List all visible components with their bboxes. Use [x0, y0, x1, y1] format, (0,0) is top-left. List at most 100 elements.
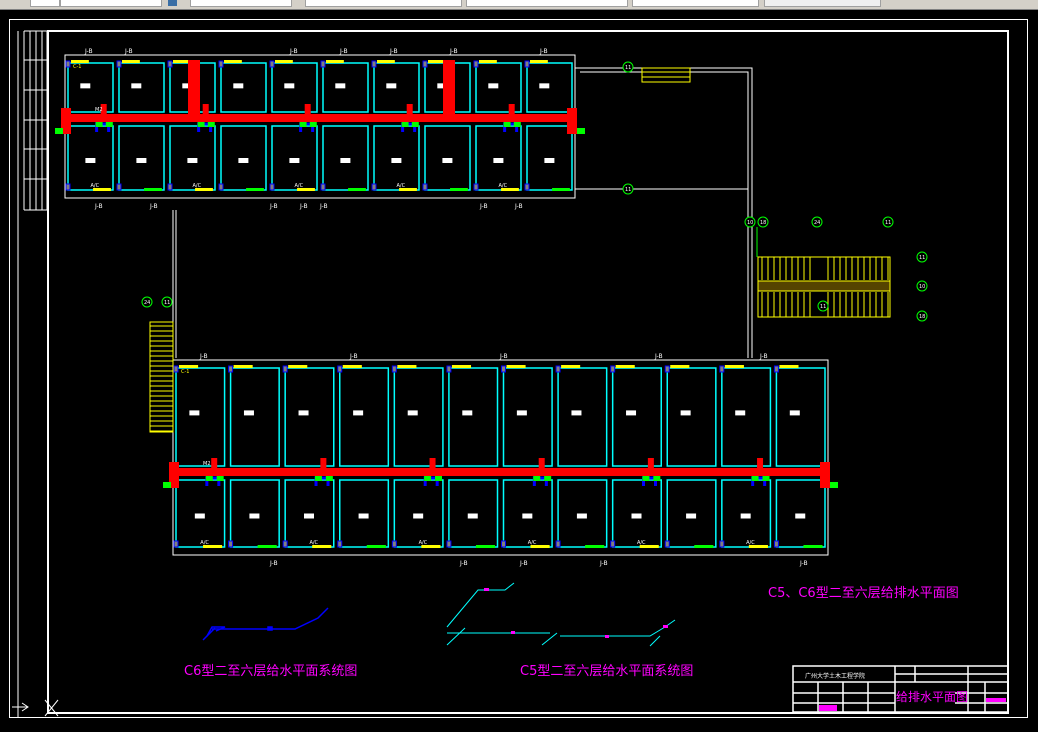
axis-marker-label: 11 — [625, 187, 631, 193]
fixture — [503, 122, 511, 127]
room-label: J-B — [599, 560, 608, 567]
column — [173, 365, 179, 373]
ac-label: A/C — [397, 183, 406, 189]
room-tag — [189, 410, 200, 416]
window — [179, 365, 199, 368]
room-label: J-B — [759, 353, 768, 360]
fixture — [411, 122, 419, 127]
toolbar-dropdown[interactable] — [764, 0, 881, 7]
fixture — [751, 476, 759, 481]
window — [366, 545, 386, 548]
title-block-school: 广州大学土木工程学院 — [805, 672, 865, 680]
room-label: J-B — [149, 203, 158, 210]
room-label: J-B — [459, 560, 468, 567]
fixture — [216, 476, 224, 481]
window — [694, 545, 714, 548]
room-tag — [353, 410, 364, 416]
toolbar-dropdown[interactable] — [466, 0, 628, 7]
column — [391, 540, 397, 548]
fixture — [513, 122, 521, 127]
main-drain-pipe — [171, 468, 830, 476]
window — [670, 365, 690, 368]
column — [371, 183, 377, 191]
room-tag — [335, 83, 346, 89]
fixture — [105, 122, 113, 127]
axis-marker-label: 11 — [885, 220, 891, 226]
column — [320, 60, 326, 68]
title-block-drawing-name: 给排水平面图 — [896, 690, 968, 704]
column — [173, 540, 179, 548]
toolbar-dropdown[interactable] — [305, 0, 462, 7]
room-tag — [413, 513, 424, 519]
window — [144, 188, 162, 191]
column — [524, 183, 530, 191]
room-tag — [194, 513, 205, 519]
room-tag — [571, 410, 582, 416]
room-label: J-B — [449, 48, 458, 55]
column — [282, 365, 288, 373]
room-tag — [298, 410, 309, 416]
ac-label: A/C — [91, 183, 100, 189]
fixture — [197, 122, 205, 127]
room-tag — [539, 83, 550, 89]
room-tag — [386, 83, 397, 89]
column — [371, 60, 377, 68]
toolbar-field[interactable] — [60, 0, 162, 7]
room-tag — [407, 410, 418, 416]
fixture — [299, 122, 307, 127]
window — [224, 60, 242, 63]
column — [337, 540, 343, 548]
window — [275, 60, 293, 63]
c5-system-title: C5型二至六层给水平面系统图 — [520, 664, 693, 679]
room-tag — [680, 410, 691, 416]
room-tag — [576, 513, 587, 519]
column — [773, 365, 779, 373]
axis-marker-label: 18 — [760, 220, 766, 226]
column — [610, 365, 616, 373]
drain-riser — [443, 60, 455, 118]
ac-label: A/C — [419, 540, 428, 546]
window-label: C-1 — [181, 369, 189, 375]
room-tag — [493, 158, 504, 163]
drain-riser — [820, 462, 830, 488]
column — [473, 60, 479, 68]
column — [422, 183, 428, 191]
fixture — [653, 476, 661, 481]
window — [246, 188, 264, 191]
room-tag — [80, 83, 91, 89]
ac-label: A/C — [499, 183, 508, 189]
room-label: J-B — [499, 353, 508, 360]
toolbar-dropdown[interactable] — [632, 0, 759, 7]
window — [506, 365, 526, 368]
room-tag — [233, 83, 244, 89]
cad-drawing-canvas[interactable]: J-B J-B J-B J-B J-B J-B J-B J-B J-B J-B J-B J-B J-B J… — [0, 10, 1038, 732]
room-tag — [187, 158, 198, 163]
column — [719, 540, 725, 548]
room-tag — [516, 410, 527, 416]
room-tag — [391, 158, 402, 163]
axis-marker-label: 11 — [820, 304, 826, 310]
room-tag — [686, 513, 697, 519]
toolbar-field[interactable] — [30, 0, 60, 7]
window — [288, 365, 308, 368]
column — [773, 540, 779, 548]
window — [724, 365, 744, 368]
window — [233, 365, 253, 368]
drain-riser — [188, 60, 200, 118]
room-tag — [544, 158, 555, 163]
room-label: J-B — [199, 353, 208, 360]
window — [552, 188, 570, 191]
room-label: J-B — [84, 48, 93, 55]
column — [167, 60, 173, 68]
room-tag — [85, 158, 96, 163]
toolbar-field[interactable] — [190, 0, 292, 7]
column — [228, 540, 234, 548]
save-icon[interactable] — [168, 0, 177, 6]
fixture — [533, 476, 541, 481]
window — [779, 365, 799, 368]
room-tag — [467, 513, 478, 519]
column — [337, 365, 343, 373]
room-label: J-B — [349, 353, 358, 360]
column — [664, 540, 670, 548]
window — [342, 365, 362, 368]
